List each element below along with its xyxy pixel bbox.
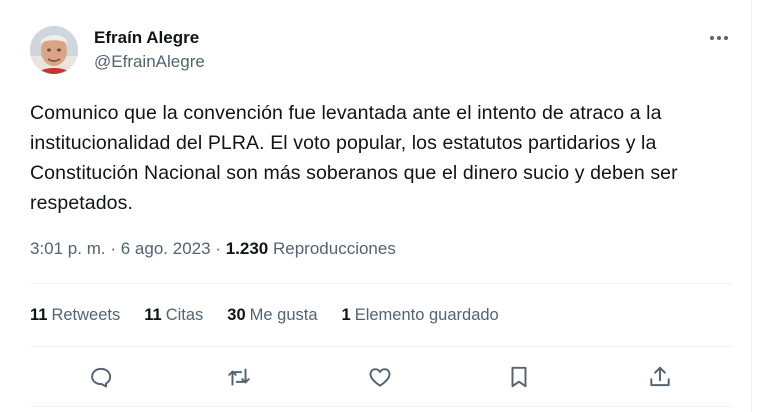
share-icon[interactable]: [647, 364, 675, 392]
tweet-stats: 11 Retweets 11 Citas 30 Me gusta 1 Elemento …: [30, 304, 523, 326]
meta-separator: ·: [110, 239, 117, 258]
quotes-stat[interactable]: 11 Citas: [144, 304, 203, 326]
reply-icon[interactable]: [88, 364, 116, 392]
likes-label: Me gusta: [249, 306, 318, 324]
likes-stat[interactable]: 30 Me gusta: [227, 304, 317, 326]
more-options-icon[interactable]: [707, 28, 731, 48]
tweet-meta: 3:01 p. m. · 6 ago. 2023 · 1.230 Reprodu…: [30, 237, 396, 261]
tweet-text: Comunico que la convención fue levantada…: [30, 102, 678, 214]
views-count: 1.230: [225, 239, 269, 258]
author-handle[interactable]: @EfrainAlegre: [94, 51, 205, 73]
quotes-label: Citas: [165, 306, 204, 324]
divider: [30, 346, 732, 347]
tweet-card: Efraín Alegre @EfrainAlegre Comunico que…: [0, 0, 752, 412]
divider: [30, 283, 732, 284]
like-icon[interactable]: [367, 364, 395, 392]
tweet-actions: [30, 364, 732, 392]
quotes-count: 11: [144, 306, 162, 324]
author-names: Efraín Alegre @EfrainAlegre: [94, 28, 205, 73]
bookmarks-label: Elemento guardado: [354, 306, 499, 324]
views-label: Reproducciones: [272, 239, 396, 258]
bookmarks-stat[interactable]: 1 Elemento guardado: [342, 304, 499, 326]
retweets-count: 11: [30, 306, 48, 324]
author-display-name[interactable]: Efraín Alegre: [94, 28, 205, 48]
bookmark-icon[interactable]: [506, 364, 534, 392]
tweet-time[interactable]: 3:01 p. m.: [30, 239, 106, 258]
retweets-label: Retweets: [51, 306, 121, 324]
tweet-header: Efraín Alegre @EfrainAlegre: [30, 24, 731, 80]
bookmarks-count: 1: [341, 306, 351, 324]
retweets-stat[interactable]: 11 Retweets: [30, 304, 120, 326]
user-photo-icon: [30, 26, 78, 74]
retweet-icon[interactable]: [226, 364, 254, 392]
divider: [30, 406, 732, 407]
tweet-date[interactable]: 6 ago. 2023: [121, 239, 211, 258]
avatar[interactable]: [30, 26, 78, 74]
likes-count: 30: [227, 306, 246, 324]
meta-separator: ·: [215, 239, 221, 258]
